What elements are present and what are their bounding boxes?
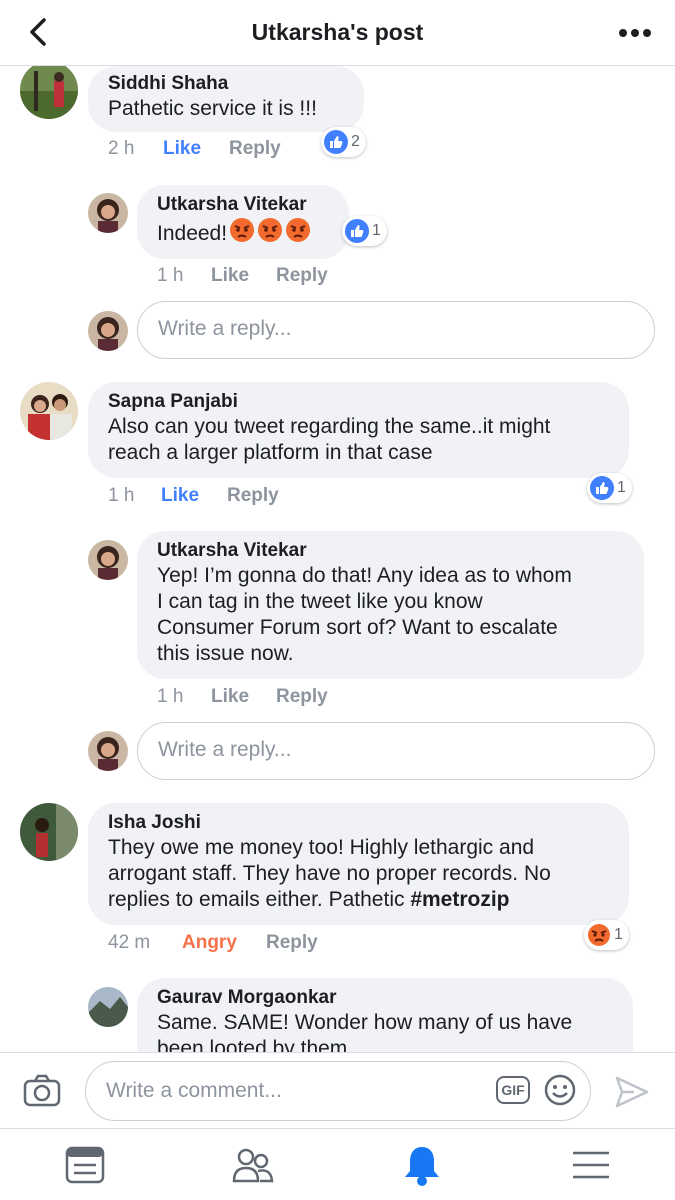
camera-icon[interactable]	[22, 1073, 62, 1109]
avatar[interactable]	[20, 382, 78, 440]
comment-text-line: reach a larger platform in that case	[108, 441, 433, 464]
reaction-count: 1	[617, 479, 626, 496]
comment-text-line: Consumer Forum sort of? Want to escalate	[157, 616, 558, 639]
comment-text: Indeed!	[157, 217, 329, 250]
commenter-name[interactable]: Utkarsha Vitekar	[157, 539, 624, 563]
comment-input[interactable]: Write a comment... GIF	[85, 1061, 591, 1121]
commenter-name[interactable]: Isha Joshi	[108, 811, 609, 835]
commenter-name[interactable]: Sapna Panjabi	[108, 390, 609, 414]
commenter-name[interactable]: Gaurav Morgaonkar	[157, 986, 613, 1010]
reply-button[interactable]: Reply	[276, 265, 328, 287]
avatar	[88, 731, 128, 771]
comment-time: 42 m	[108, 932, 151, 953]
avatar[interactable]	[20, 66, 78, 119]
like-button[interactable]: Like	[211, 265, 276, 287]
reaction-count: 1	[372, 222, 381, 239]
comment-text-line: Yep! I’m gonna do that! Any idea as to w…	[157, 564, 572, 587]
feed-icon[interactable]	[63, 1143, 107, 1187]
comment-text-line: They owe me money too! Highly lethargic …	[108, 836, 535, 859]
like-reaction-icon	[324, 130, 348, 154]
comment-text-line: Also can you tweet regarding the same..i…	[108, 415, 551, 438]
comment-placeholder: Write a comment...	[106, 1079, 282, 1102]
reaction-summary[interactable]: 1	[587, 473, 632, 503]
comment-text-line: been looted by them	[157, 1037, 348, 1052]
comment-actions: 1 h Like Reply	[108, 485, 279, 507]
avatar[interactable]	[20, 803, 78, 861]
menu-icon[interactable]	[569, 1143, 613, 1187]
comment-actions: 1 h Like Reply	[157, 265, 328, 287]
commenter-name[interactable]: Utkarsha Vitekar	[157, 193, 329, 217]
comment-bubble[interactable]: Utkarsha Vitekar Yep! I’m gonna do that!…	[137, 531, 644, 679]
avatar	[88, 311, 128, 351]
like-reaction-icon	[345, 219, 369, 243]
comment-time: 1 h	[157, 265, 184, 286]
comment-actions: 2 h Like Reply	[108, 138, 281, 160]
avatar[interactable]	[88, 193, 128, 233]
comment-bubble[interactable]: Sapna Panjabi Also can you tweet regardi…	[88, 382, 629, 478]
send-icon[interactable]	[614, 1075, 650, 1109]
reply-input[interactable]: Write a reply...	[137, 722, 655, 780]
more-icon[interactable]	[615, 18, 655, 48]
comment-text-content: Indeed!	[157, 221, 228, 245]
reply-button[interactable]: Reply	[227, 485, 279, 507]
comment-actions: 42 m Angry Reply	[108, 932, 318, 954]
angry-reaction-icon	[587, 923, 611, 947]
comment-actions: 1 h Like Reply	[157, 686, 328, 708]
reaction-summary[interactable]: 1	[584, 920, 629, 950]
comment-time: 1 h	[157, 686, 184, 707]
like-button[interactable]: Like	[161, 485, 227, 507]
like-button[interactable]: Like	[163, 138, 229, 160]
reaction-summary[interactable]: 1	[342, 216, 387, 246]
avatar[interactable]	[88, 987, 128, 1027]
comment-text-line: this issue now.	[157, 642, 294, 665]
bottom-tab-bar	[0, 1128, 675, 1200]
reaction-count: 1	[614, 926, 623, 943]
like-button[interactable]: Like	[211, 686, 276, 708]
reply-button[interactable]: Reply	[266, 932, 318, 954]
comment-bubble[interactable]: Siddhi Shaha Pathetic service it is !!!	[88, 66, 364, 132]
comment-text-line: Same. SAME! Wonder how many of us have	[157, 1011, 573, 1034]
reply-button[interactable]: Reply	[276, 686, 328, 708]
comment-bubble[interactable]: Gaurav Morgaonkar Same. SAME! Wonder how…	[137, 978, 633, 1052]
reply-button[interactable]: Reply	[229, 138, 281, 160]
commenter-name[interactable]: Siddhi Shaha	[108, 72, 344, 96]
friends-icon[interactable]	[231, 1143, 275, 1187]
notifications-icon[interactable]	[400, 1143, 444, 1187]
comment-time: 2 h	[108, 138, 135, 159]
comment-text-line: I can tag in the tweet like you know	[157, 590, 483, 613]
top-bar: Utkarsha's post	[0, 0, 675, 66]
like-reaction-icon	[590, 476, 614, 500]
comments-feed[interactable]: Siddhi Shaha Pathetic service it is !!! …	[0, 66, 675, 1052]
angry-emoji-icon	[229, 217, 313, 250]
comment-text: Pathetic service it is !!!	[108, 97, 317, 120]
reaction-summary[interactable]: 2	[321, 127, 366, 157]
gif-icon[interactable]: GIF	[496, 1076, 530, 1104]
comment-time: 1 h	[108, 485, 135, 506]
reply-input[interactable]: Write a reply...	[137, 301, 655, 359]
avatar[interactable]	[88, 540, 128, 580]
comment-text-line: replies to emails either. Pathetic #metr…	[108, 887, 609, 913]
smile-icon[interactable]	[544, 1074, 576, 1106]
angry-reaction-button[interactable]: Angry	[182, 932, 266, 954]
page-title: Utkarsha's post	[251, 19, 424, 45]
reaction-count: 2	[351, 133, 360, 150]
comment-bubble[interactable]: Utkarsha Vitekar Indeed!	[137, 185, 349, 259]
comment-text-line: arrogant staff. They have no proper reco…	[108, 862, 551, 885]
comment-composer: Write a comment... GIF	[0, 1052, 675, 1128]
comment-text-fragment: replies to emails either. Pathetic	[108, 888, 411, 911]
comment-bubble[interactable]: Isha Joshi They owe me money too! Highly…	[88, 803, 629, 925]
hashtag-link[interactable]: #metrozip	[410, 888, 509, 911]
